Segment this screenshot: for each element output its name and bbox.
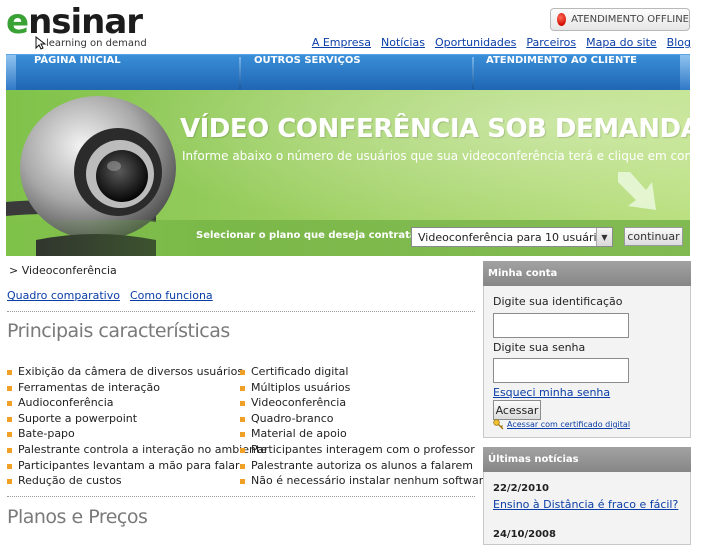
nav-item-atendimento[interactable]: ATENDIMENTO AO CLIENTE [486,55,637,91]
top-link-parceiros[interactable]: Parceiros [526,36,576,49]
chevron-down-icon[interactable]: ▼ [596,228,612,246]
hero-banner: VÍDEO CONFERÊNCIA SOB DEMANDA Informe ab… [6,90,690,256]
plans-title: Planos e Preços [7,506,148,528]
nav-item-outros-servicos[interactable]: OUTROS SERVIÇOS [254,55,361,91]
news-panel: 22/2/2010 Ensino à Distância é fraco e f… [483,472,691,545]
nav-right-edge [680,55,690,91]
sub-links: Quadro comparativo Como funciona [7,289,213,302]
top-link-mapa-do-site[interactable]: Mapa do site [586,36,657,49]
plan-select[interactable]: Videoconferência para 10 usuários ▼ [411,227,613,247]
news-date: 24/10/2008 [493,529,556,540]
id-input[interactable] [493,313,629,338]
top-link-blog[interactable]: Blog [667,36,691,49]
plan-select-value: Videoconferência para 10 usuários [418,230,610,244]
feature-item: Quadro-branco [240,411,490,427]
top-link-noticias[interactable]: Notícias [381,36,425,49]
forgot-password-link[interactable]: Esqueci minha senha [493,386,610,399]
logo-wordmark: ensinar [6,2,143,42]
features-title: Principais características [7,320,230,342]
news-panel-header: Últimas notícias [483,447,691,472]
feature-item: Participantes interagem com o professor [240,442,490,458]
id-label: Digite sua identificação [493,295,623,308]
password-label: Digite sua senha [493,341,586,354]
feature-item: Não é necessário instalar nenhum softwar… [240,473,490,489]
password-input[interactable] [493,358,629,383]
link-quadro-comparativo[interactable]: Quadro comparativo [7,289,120,302]
nav-divider [472,57,474,89]
continue-button[interactable]: continuar [624,227,683,246]
feature-item: Exibição da câmera de diversos usuários [7,364,267,380]
features-left-column: Exibição da câmera de diversos usuários … [7,364,267,489]
feature-item: Material de apoio [240,426,490,442]
logo-tagline: learning on demand [46,38,147,49]
top-link-oportunidades[interactable]: Oportunidades [435,36,516,49]
feature-item: Redução de custos [7,473,267,489]
access-button[interactable]: Acessar [493,400,541,420]
nav-divider [239,57,241,89]
top-link-empresa[interactable]: A Empresa [312,36,371,49]
nav-left-edge [6,55,16,91]
feature-item: Palestrante controla a interação no ambi… [7,442,267,458]
feature-item: Audioconferência [7,395,267,411]
login-panel: Digite sua identificação Digite sua senh… [483,286,691,438]
feature-item: Ferramentas de interação [7,380,267,396]
page: ensinar learning on demand ATENDIMENTO O… [0,0,727,545]
key-icon [493,419,504,430]
banner-title: VÍDEO CONFERÊNCIA SOB DEMANDA [180,114,690,144]
top-links: A Empresa Notícias Oportunidades Parceir… [312,36,691,49]
news-date: 22/2/2010 [493,483,550,494]
main-nav: PÁGINA INICIAL OUTROS SERVIÇOS ATENDIMEN… [6,54,690,91]
plan-select-label: Selecionar o plano que deseja contratar [196,230,422,241]
link-como-funciona[interactable]: Como funciona [130,289,213,302]
breadcrumb: > Videoconferência [9,264,117,277]
account-panel-header: Minha conta [483,261,691,286]
ensinar-logo[interactable]: ensinar learning on demand [6,2,147,52]
feature-item: Múltiplos usuários [240,380,490,396]
divider [7,496,475,497]
feature-item: Certificado digital [240,364,490,380]
nav-item-pagina-inicial[interactable]: PÁGINA INICIAL [34,55,121,91]
divider [7,311,475,312]
feature-item: Suporte a powerpoint [7,411,267,427]
offline-indicator-icon [557,13,567,26]
feature-item: Palestrante autoriza os alunos a falarem [240,458,490,474]
feature-item: Videoconferência [240,395,490,411]
status-label: ATENDIMENTO OFFLINE [571,14,689,25]
live-support-status-button[interactable]: ATENDIMENTO OFFLINE [550,8,690,31]
features-right-column: Certificado digital Múltiplos usuários V… [240,364,490,489]
feature-item: Participantes levantam a mão para falar [7,458,267,474]
down-right-arrow-icon [618,172,656,210]
feature-item: Bate-papo [7,426,267,442]
certificate-login-label: Acessar com certificado digital [507,420,631,429]
news-link[interactable]: Ensino à Distância é fraco e fácil? [493,498,678,511]
certificate-login-link[interactable]: Acessar com certificado digital [493,419,630,430]
banner-subtitle: Informe abaixo o número de usuários que … [182,149,690,163]
